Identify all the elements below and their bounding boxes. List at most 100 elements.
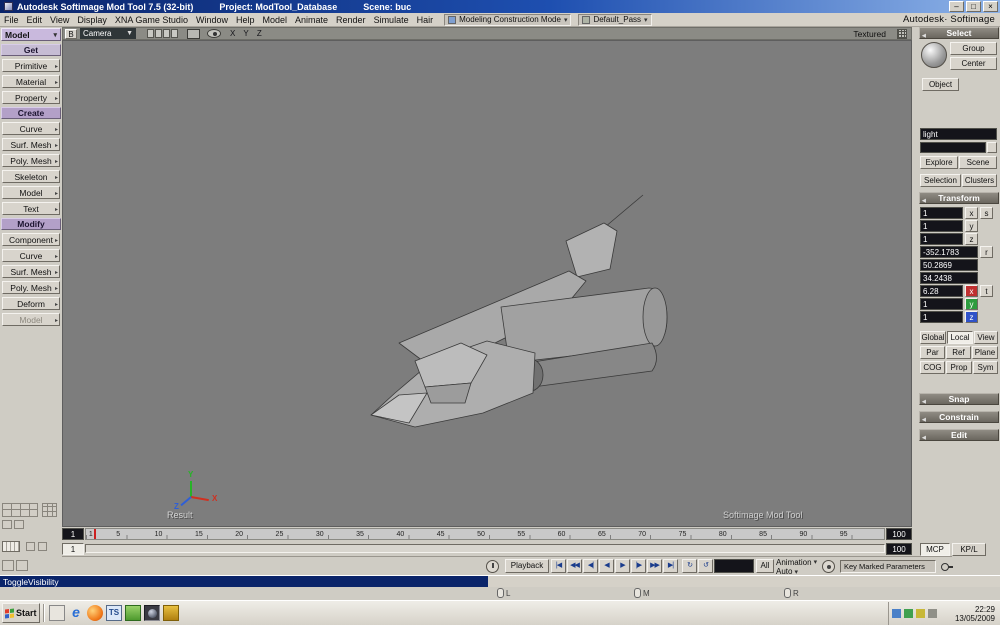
menu-window[interactable]: Window (192, 13, 232, 26)
snap-section-header[interactable]: ◀ Snap (919, 393, 999, 405)
green-app-icon[interactable] (125, 605, 141, 621)
transform-section-header[interactable]: ◀ Transform (919, 192, 999, 204)
tray-icon-updates[interactable] (928, 609, 937, 618)
tray-icon-antivirus[interactable] (904, 609, 913, 618)
toolbar-button-model[interactable]: Model ▸ (2, 186, 60, 199)
global-mode-button[interactable]: Global (920, 331, 946, 344)
viewport-canvas[interactable]: Y X Z Result Softimage Mod Tool (62, 40, 912, 527)
axis-toggle[interactable]: X Y Z (230, 29, 265, 38)
toolbar-button-curve[interactable]: Curve ▸ (2, 249, 60, 262)
softimage-active-icon[interactable] (144, 605, 160, 621)
loop-playback-button[interactable]: ↻ (682, 559, 697, 573)
toolbar-button-curve[interactable]: Curve ▸ (2, 122, 60, 135)
menu-simulate[interactable]: Simulate (370, 13, 413, 26)
menu-view[interactable]: View (46, 13, 73, 26)
key-marked-parameters-button[interactable]: Key Marked Parameters (840, 560, 936, 573)
step-forward-button[interactable]: |▶ (631, 559, 646, 573)
tool-icon-3[interactable] (2, 560, 14, 571)
object-button[interactable]: Object (922, 78, 959, 91)
explore-button[interactable]: Explore (920, 156, 958, 169)
layer-button-1[interactable] (2, 520, 12, 529)
toolbar-button-material[interactable]: Material ▸ (2, 75, 60, 88)
animation-menu[interactable]: Animation ▾ (776, 557, 818, 567)
module-select[interactable]: Model ▾ (1, 28, 61, 41)
toolbar-button-poly-mesh[interactable]: Poly. Mesh ▸ (2, 281, 60, 294)
end-frame-field[interactable]: 100 (886, 528, 912, 540)
toolbar-button-text[interactable]: Text ▸ (2, 202, 60, 215)
ref-button[interactable]: Ref (946, 346, 971, 359)
maximize-button[interactable]: □ (966, 1, 981, 12)
ts-app-icon[interactable] (106, 605, 122, 621)
layout-grid-icon[interactable] (897, 28, 907, 39)
translate-z-axis-button[interactable]: z (965, 311, 978, 323)
rotate-group-button[interactable]: r (980, 246, 993, 258)
timeline-ruler[interactable]: 1 5 10 15 20 25 30 35 40 45 50 55 60 65 70 75 80 85 90 95 (85, 528, 885, 540)
local-mode-button[interactable]: Local (947, 331, 973, 344)
menu-help[interactable]: Help (232, 13, 259, 26)
select-section-header[interactable]: ◀ Select (919, 27, 999, 39)
tab-kpl[interactable]: KP/L (952, 543, 986, 556)
toolbar-button-model[interactable]: Model ▸ (2, 313, 60, 326)
toolbar-button-property[interactable]: Property ▸ (2, 91, 60, 104)
play-backward-button[interactable]: ◀ (599, 559, 614, 573)
viewport-letter-button[interactable]: B (65, 28, 77, 39)
tray-icon-volume[interactable] (916, 609, 925, 618)
internet-explorer-icon[interactable] (68, 605, 84, 621)
plane-button[interactable]: Plane (972, 346, 998, 359)
translate-y-axis-button[interactable]: y (965, 298, 978, 310)
toolbar-button-component[interactable]: Component ▸ (2, 233, 60, 246)
camera-view-select[interactable]: Camera ▼ (80, 28, 136, 39)
scale-z-field[interactable]: 1 (920, 233, 963, 245)
previous-keyframe-button[interactable]: ◀◀ (567, 559, 582, 573)
layout-grid-button[interactable] (42, 503, 57, 517)
scale-x-axis-button[interactable]: x (965, 207, 978, 219)
edit-section-header[interactable]: ◀ Edit (919, 429, 999, 441)
scale-y-field[interactable]: 1 (920, 220, 963, 232)
menu-render[interactable]: Render (332, 13, 370, 26)
viewport-layout-buttons[interactable] (2, 503, 38, 517)
tool-icon-2[interactable] (38, 542, 47, 551)
keying-mode-icon[interactable] (822, 560, 835, 573)
start-frame-field[interactable]: 1 (62, 528, 84, 540)
playback-mode-button[interactable]: ↺ (698, 559, 713, 573)
playhead[interactable] (94, 529, 97, 539)
start-button[interactable]: Start (2, 603, 40, 623)
keyboard-mapping-icon[interactable] (2, 541, 20, 552)
key-icon[interactable] (940, 560, 953, 573)
minimize-button[interactable]: – (949, 1, 964, 12)
taskbar-clock[interactable]: 22:29 13/05/2009 (955, 605, 997, 623)
toolbar-button-skeleton[interactable]: Skeleton ▸ (2, 170, 60, 183)
menu-hair[interactable]: Hair (413, 13, 438, 26)
tab-mcp[interactable]: MCP (920, 543, 950, 556)
clusters-button[interactable]: Clusters (962, 174, 997, 187)
construction-mode-select[interactable]: Modeling Construction Mode ▾ (444, 13, 572, 26)
spaceship-model[interactable] (63, 41, 913, 528)
toolbar-button-deform[interactable]: Deform ▸ (2, 297, 60, 310)
display-mode-select[interactable]: Textured (853, 29, 886, 39)
range-track[interactable] (85, 544, 885, 553)
range-end-field[interactable]: 100 (886, 542, 912, 555)
go-last-frame-button[interactable]: ▶| (663, 559, 678, 573)
selection-name-field[interactable]: light (920, 128, 997, 140)
view-mode-button[interactable]: View (974, 331, 998, 344)
media-app-icon[interactable] (163, 605, 179, 621)
step-back-button[interactable]: ◀| (583, 559, 598, 573)
toolbar-button-primitive[interactable]: Primitive ▸ (2, 59, 60, 72)
scene-button[interactable]: Scene (959, 156, 997, 169)
menu-model[interactable]: Model (258, 13, 291, 26)
scale-y-axis-button[interactable]: y (965, 220, 978, 232)
center-button[interactable]: Center (950, 57, 997, 70)
firefox-icon[interactable] (87, 605, 103, 621)
rotate-y-field[interactable]: 50.2869 (920, 259, 978, 271)
tool-icon-4[interactable] (16, 560, 28, 571)
eye-icon[interactable] (207, 29, 221, 38)
monitor-icon[interactable] (187, 28, 200, 39)
toolbar-button-surf-mesh[interactable]: Surf. Mesh ▸ (2, 138, 60, 151)
render-pass-select[interactable]: Default_Pass ▾ (578, 13, 652, 26)
menu-edit[interactable]: Edit (23, 13, 47, 26)
scale-group-button[interactable]: s (980, 207, 993, 219)
memo-cam-buttons[interactable] (147, 29, 178, 38)
menu-animate[interactable]: Animate (291, 13, 332, 26)
translate-z-field[interactable]: 1 (920, 311, 963, 323)
all-button[interactable]: All (756, 559, 774, 573)
